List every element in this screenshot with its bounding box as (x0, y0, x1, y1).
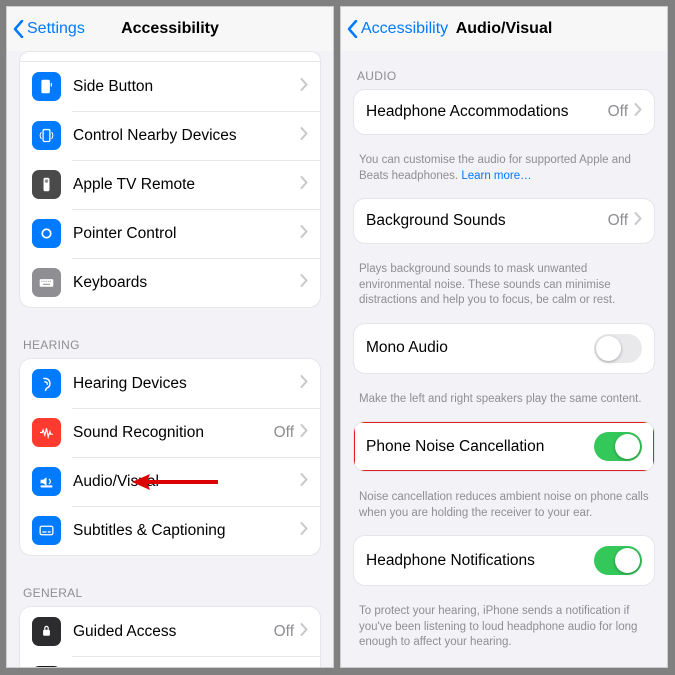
row-value: Off (608, 103, 628, 121)
phone-noise-cancellation-toggle[interactable] (594, 432, 642, 461)
chevron-right-icon (300, 473, 308, 491)
back-button[interactable]: Accessibility (347, 20, 448, 38)
guided-access-row[interactable]: Guided Access Off (20, 607, 320, 656)
guided-access-icon (32, 617, 61, 646)
prev-group-peek (19, 51, 321, 61)
back-label: Settings (27, 20, 85, 38)
page-title: Audio/Visual (456, 20, 553, 38)
page-title: Accessibility (121, 20, 219, 38)
general-group: Guided Access Off Siri Accessibility Sho… (19, 606, 321, 667)
mono-audio-note: Make the left and right speakers play th… (341, 386, 667, 422)
headphone-accom-group: Headphone Accommodations Off (353, 89, 655, 135)
mono-audio-toggle[interactable] (594, 334, 642, 363)
chevron-left-icon (13, 20, 24, 38)
subtitles-icon (32, 516, 61, 545)
row-label: Apple TV Remote (73, 176, 300, 194)
chevron-right-icon (300, 176, 308, 194)
headphone-notifications-toggle[interactable] (594, 546, 642, 575)
row-label: Hearing Devices (73, 375, 300, 393)
hearing-devices-icon (32, 369, 61, 398)
background-sounds-row[interactable]: Background Sounds Off (354, 199, 654, 243)
row-label: Guided Access (73, 623, 274, 641)
hearing-header: HEARING (7, 320, 333, 358)
row-label: Sound Recognition (73, 424, 274, 442)
pointer-control-icon (32, 219, 61, 248)
audio-visual-row[interactable]: Audio/Visual (20, 457, 320, 506)
control-nearby-icon (32, 121, 61, 150)
phone-noise-cancellation-row: Phone Noise Cancellation (354, 422, 654, 471)
navbar: Settings Accessibility (7, 7, 333, 51)
row-label: Keyboards (73, 274, 300, 292)
hearing-devices-row[interactable]: Hearing Devices (20, 359, 320, 408)
background-sounds-note: Plays background sounds to mask unwanted… (341, 256, 667, 323)
touch-group: Side Button Control Nearby Devices Apple… (19, 61, 321, 308)
chevron-right-icon (300, 127, 308, 145)
chevron-right-icon (300, 522, 308, 540)
side-button-icon (32, 72, 61, 101)
navbar: Accessibility Audio/Visual (341, 7, 667, 51)
sound-recognition-row[interactable]: Sound Recognition Off (20, 408, 320, 457)
general-header: GENERAL (7, 568, 333, 606)
back-label: Accessibility (361, 20, 448, 38)
phone-noise-cancellation-group: Phone Noise Cancellation (353, 421, 655, 472)
chevron-right-icon (634, 212, 642, 230)
headphone-notifications-group: Headphone Notifications (353, 535, 655, 586)
hearing-group: Hearing Devices Sound Recognition Off Au… (19, 358, 321, 556)
row-label: Pointer Control (73, 225, 300, 243)
siri-row[interactable]: Siri (20, 656, 320, 667)
side-button-row[interactable]: Side Button (20, 62, 320, 111)
row-label: Phone Noise Cancellation (366, 438, 594, 456)
pointer-control-row[interactable]: Pointer Control (20, 209, 320, 258)
row-label: Mono Audio (366, 339, 594, 357)
phone-noise-cancellation-note: Noise cancellation reduces ambient noise… (341, 484, 667, 535)
chevron-right-icon (634, 103, 642, 121)
chevron-right-icon (300, 274, 308, 292)
apple-tv-remote-icon (32, 170, 61, 199)
audio-header: AUDIO (341, 51, 667, 89)
back-button[interactable]: Settings (13, 20, 85, 38)
row-value: Off (608, 212, 628, 230)
chevron-right-icon (300, 375, 308, 393)
chevron-right-icon (300, 225, 308, 243)
row-label: Side Button (73, 78, 300, 96)
mono-audio-row: Mono Audio (354, 324, 654, 373)
chevron-right-icon (300, 424, 308, 442)
chevron-right-icon (300, 623, 308, 641)
mono-audio-group: Mono Audio (353, 323, 655, 374)
audio-visual-icon (32, 467, 61, 496)
row-label: Background Sounds (366, 212, 608, 230)
balance-header: BALANCE (341, 665, 667, 667)
audio-visual-screen: Accessibility Audio/Visual AUDIO Headpho… (340, 6, 668, 668)
row-label: Audio/Visual (73, 473, 300, 491)
keyboards-row[interactable]: Keyboards (20, 258, 320, 307)
accessibility-screen: Settings Accessibility Side Button Contr… (6, 6, 334, 668)
headphone-notifications-row: Headphone Notifications (354, 536, 654, 585)
headphone-accom-note: You can customise the audio for supporte… (341, 147, 667, 198)
row-value: Off (274, 623, 294, 641)
row-value: Off (274, 424, 294, 442)
sound-recognition-icon (32, 418, 61, 447)
apple-tv-remote-row[interactable]: Apple TV Remote (20, 160, 320, 209)
row-label: Headphone Notifications (366, 552, 594, 570)
headphone-accommodations-row[interactable]: Headphone Accommodations Off (354, 90, 654, 134)
control-nearby-row[interactable]: Control Nearby Devices (20, 111, 320, 160)
siri-icon (32, 666, 61, 667)
row-label: Headphone Accommodations (366, 103, 608, 121)
keyboards-icon (32, 268, 61, 297)
row-label: Control Nearby Devices (73, 127, 300, 145)
chevron-right-icon (300, 78, 308, 96)
learn-more-link[interactable]: Learn more… (461, 170, 531, 182)
row-label: Subtitles & Captioning (73, 522, 300, 540)
headphone-notifications-note: To protect your hearing, iPhone sends a … (341, 598, 667, 665)
chevron-left-icon (347, 20, 358, 38)
subtitles-captioning-row[interactable]: Subtitles & Captioning (20, 506, 320, 555)
background-sounds-group: Background Sounds Off (353, 198, 655, 244)
